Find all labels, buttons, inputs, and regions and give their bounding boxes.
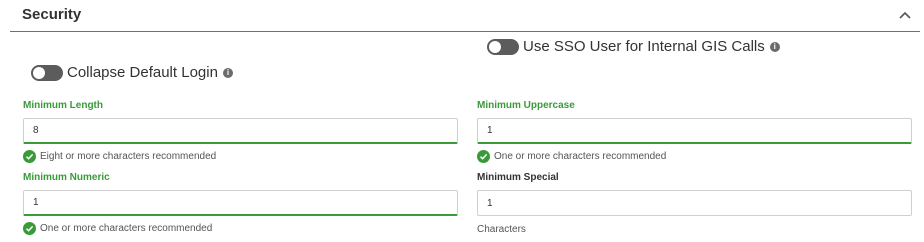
min-special-field: Minimum Special Characters	[477, 172, 912, 235]
min-special-input[interactable]	[477, 190, 912, 216]
collapse-login-toggle[interactable]	[31, 64, 63, 81]
min-length-field: Minimum Length Eight or more characters …	[23, 100, 458, 163]
info-icon[interactable]: i	[222, 67, 233, 78]
min-special-label: Minimum Special	[477, 172, 559, 183]
collapse-login-toggle-row: Collapse Default Login i	[31, 64, 233, 81]
min-uppercase-field: Minimum Uppercase One or more characters…	[477, 100, 912, 163]
min-special-help-text: Characters	[477, 224, 526, 235]
min-numeric-input[interactable]	[23, 190, 458, 216]
min-numeric-field: Minimum Numeric One or more characters r…	[23, 172, 458, 235]
min-uppercase-help: One or more characters recommended	[477, 149, 912, 163]
check-circle-icon	[23, 149, 36, 163]
min-length-help-text: Eight or more characters recommended	[40, 150, 217, 162]
collapse-login-label: Collapse Default Login	[67, 64, 218, 81]
check-circle-icon	[23, 221, 36, 235]
min-numeric-label: Minimum Numeric	[23, 172, 110, 183]
min-length-input[interactable]	[23, 118, 458, 144]
min-numeric-help: One or more characters recommended	[23, 221, 458, 235]
section-title: Security	[22, 6, 82, 23]
min-numeric-help-text: One or more characters recommended	[40, 222, 213, 234]
info-icon[interactable]: i	[769, 41, 780, 52]
check-circle-icon	[477, 149, 490, 163]
chevron-up-icon[interactable]	[896, 6, 914, 24]
sso-toggle-label: Use SSO User for Internal GIS Calls	[523, 38, 765, 55]
min-uppercase-input[interactable]	[477, 118, 912, 144]
min-length-label: Minimum Length	[23, 100, 103, 111]
sso-toggle-row: Use SSO User for Internal GIS Calls i	[487, 38, 780, 55]
min-length-help: Eight or more characters recommended	[23, 149, 458, 163]
sso-toggle[interactable]	[487, 38, 519, 55]
min-uppercase-help-text: One or more characters recommended	[494, 150, 667, 162]
min-uppercase-label: Minimum Uppercase	[477, 100, 575, 111]
security-section-header[interactable]: Security	[10, 0, 920, 32]
